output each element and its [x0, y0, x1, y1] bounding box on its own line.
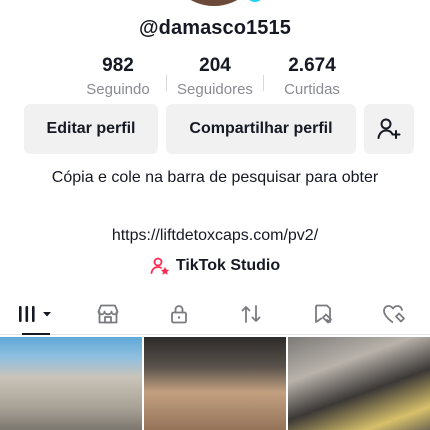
username: @damasco1515	[139, 17, 291, 39]
profile-stats: 982 Seguindo 204 Seguidores 2.674 Curtid…	[0, 55, 430, 98]
studio-label: TikTok Studio	[175, 257, 281, 274]
repost-icon	[241, 304, 261, 323]
profile-actions: Editar perfil Compartilhar perfil	[24, 104, 414, 154]
stat-followers[interactable]: 204 Seguidores	[167, 55, 263, 98]
stat-following[interactable]: 982 Seguindo	[70, 55, 166, 98]
edit-profile-button[interactable]: Editar perfil	[24, 104, 158, 154]
chevron-down-icon	[42, 311, 51, 316]
tab-liked[interactable]	[358, 293, 430, 334]
video-thumbnail[interactable]	[144, 337, 286, 430]
studio-icon	[150, 257, 169, 275]
tab-shop[interactable]	[72, 293, 144, 334]
lock-icon	[171, 304, 188, 323]
add-friends-button[interactable]	[364, 104, 414, 154]
stat-value: 2.674	[288, 55, 336, 76]
stat-likes[interactable]: 2.674 Curtidas	[264, 55, 360, 98]
tab-private[interactable]	[143, 293, 215, 334]
favorites-icon	[314, 304, 332, 323]
stat-value: 204	[199, 55, 231, 76]
grid-icon	[18, 305, 51, 322]
liked-icon	[383, 304, 406, 323]
share-profile-button[interactable]: Compartilhar perfil	[166, 104, 356, 154]
stat-label: Curtidas	[284, 81, 340, 98]
shop-icon	[97, 304, 118, 323]
bio-link[interactable]: https://liftdetoxcaps.com/pv2/	[0, 227, 430, 245]
bio-text: Cópia e cole na barra de pesquisar para …	[51, 169, 379, 186]
avatar[interactable]	[166, 0, 262, 6]
stat-label: Seguindo	[86, 81, 150, 98]
video-thumbnail[interactable]	[0, 337, 142, 430]
video-thumbnail[interactable]	[288, 337, 430, 430]
stat-value: 982	[102, 55, 134, 76]
add-user-icon	[377, 118, 401, 139]
tab-reposts[interactable]	[215, 293, 287, 334]
tiktok-studio-link[interactable]: TikTok Studio	[0, 256, 430, 276]
profile-tabs	[0, 293, 430, 335]
video-grid	[0, 337, 430, 430]
tab-favorites[interactable]	[287, 293, 359, 334]
add-story-badge[interactable]	[244, 0, 262, 4]
stat-label: Seguidores	[177, 81, 253, 98]
tab-videos[interactable]	[0, 293, 72, 335]
